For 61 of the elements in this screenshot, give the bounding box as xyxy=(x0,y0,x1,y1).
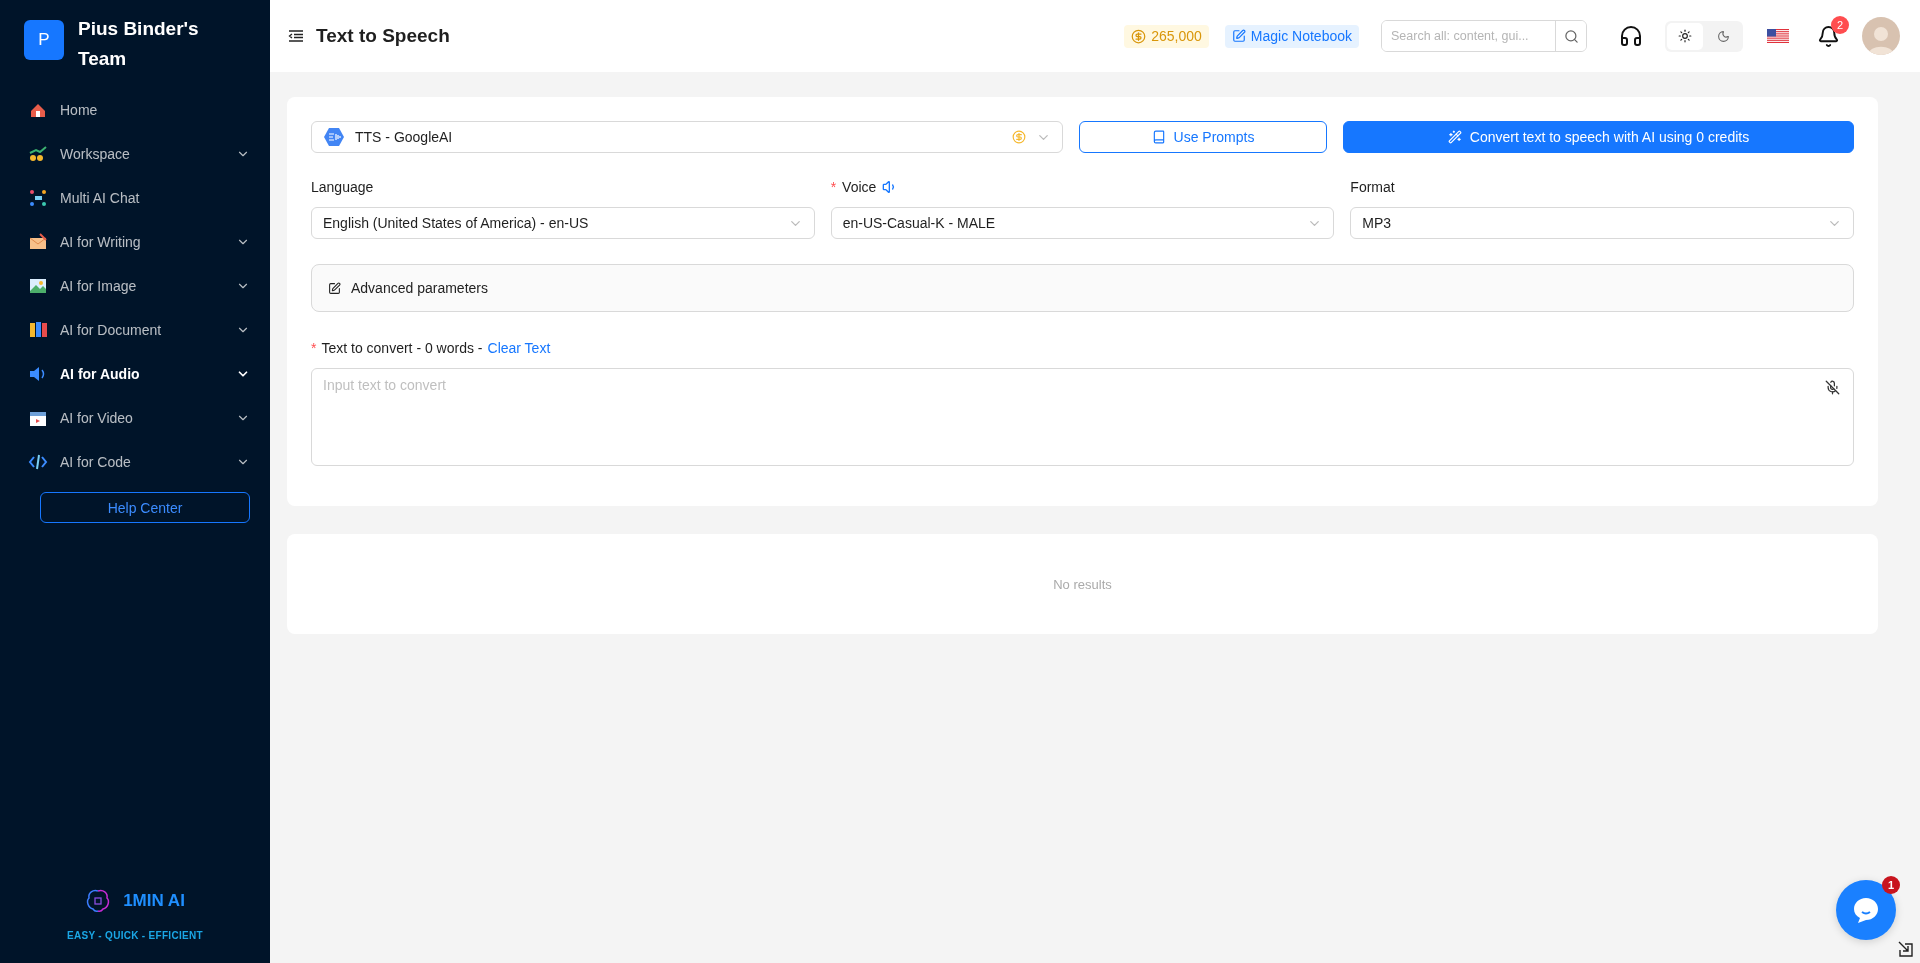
notification-count: 2 xyxy=(1831,15,1849,34)
book-icon xyxy=(1151,130,1166,144)
text-label: Text to convert - 0 words - xyxy=(321,340,483,356)
convert-button[interactable]: Convert text to speech with AI using 0 credits xyxy=(1343,121,1854,153)
team-name: Pius Binder's Team xyxy=(78,17,200,71)
sidebar-item[interactable]: Home xyxy=(0,88,270,132)
search-button[interactable] xyxy=(1555,21,1586,51)
field-label: Voice xyxy=(842,179,877,195)
moon-icon xyxy=(1716,29,1730,43)
team-avatar: P xyxy=(24,20,64,60)
credits-amount: 265,000 xyxy=(1151,28,1202,44)
headphones-icon[interactable] xyxy=(1619,24,1643,48)
mic-off-icon[interactable] xyxy=(1825,380,1840,395)
sidebar-item[interactable]: AI for Document xyxy=(0,308,270,352)
sidebar-item[interactable]: AI for Image xyxy=(0,264,270,308)
search-field[interactable]: Search all: content, gui... xyxy=(1381,20,1587,52)
use-prompts-button[interactable]: Use Prompts xyxy=(1079,121,1327,153)
edit-icon xyxy=(1231,29,1246,43)
edit-icon xyxy=(328,281,341,295)
chat-bubble-icon xyxy=(1851,895,1881,925)
help-center-button[interactable]: Help Center xyxy=(40,492,250,523)
binders-icon xyxy=(28,320,48,340)
chart-icon xyxy=(28,144,48,164)
brand-name: 1MIN AI xyxy=(123,891,185,911)
sidebar-item[interactable]: AI for Writing xyxy=(0,220,270,264)
clear-text-link[interactable]: Clear Text xyxy=(487,340,551,356)
envelope-icon xyxy=(28,232,48,252)
brain-icon xyxy=(85,888,112,914)
dropdown-select[interactable]: English (United States of America) - en-US xyxy=(311,207,815,239)
theme-toggle[interactable] xyxy=(1665,20,1743,52)
advanced-parameters-button[interactable]: Advanced parameters xyxy=(311,264,1854,312)
dots-icon xyxy=(28,188,48,208)
flag-icon[interactable] xyxy=(1767,28,1789,44)
theme-option[interactable] xyxy=(1667,22,1703,50)
speech-hexagon-icon xyxy=(323,126,345,148)
empty-message: No results xyxy=(1053,576,1112,592)
brand-tagline: EASY - QUICK - EFFICIENT xyxy=(67,930,203,941)
coin-icon xyxy=(1131,28,1147,44)
model-select[interactable]: TTS - GoogleAI xyxy=(311,121,1063,153)
dropdown-select[interactable]: en-US-Casual-K - MALE xyxy=(830,207,1335,239)
menu-icon[interactable] xyxy=(288,28,304,44)
expand-icon[interactable] xyxy=(1898,941,1914,957)
code-icon xyxy=(28,452,48,472)
sidebar-item[interactable]: Workspace xyxy=(0,132,270,176)
coin-icon xyxy=(1012,130,1026,144)
field-label: Format xyxy=(1350,179,1395,195)
image-icon xyxy=(28,276,48,296)
sidebar-item[interactable]: Multi AI Chat xyxy=(0,176,270,220)
required-asterisk: * xyxy=(830,179,837,195)
page-title: Text to Speech xyxy=(316,25,451,47)
search-icon xyxy=(1563,28,1579,44)
text-input-field[interactable]: Input text to convert xyxy=(311,368,1854,466)
magic-wand-icon xyxy=(1447,130,1462,144)
sidebar-item[interactable]: AI for Video xyxy=(0,396,270,440)
dropdown-select[interactable]: MP3 xyxy=(1350,207,1854,239)
field-label: Language xyxy=(311,179,374,195)
sidebar-item[interactable]: AI for Code xyxy=(0,440,270,484)
magic-notebook-button[interactable]: Magic Notebook xyxy=(1224,24,1359,48)
sidebar-item[interactable]: AI for Audio xyxy=(0,352,270,396)
required-asterisk: * xyxy=(311,340,317,356)
sun-icon xyxy=(1678,29,1692,43)
